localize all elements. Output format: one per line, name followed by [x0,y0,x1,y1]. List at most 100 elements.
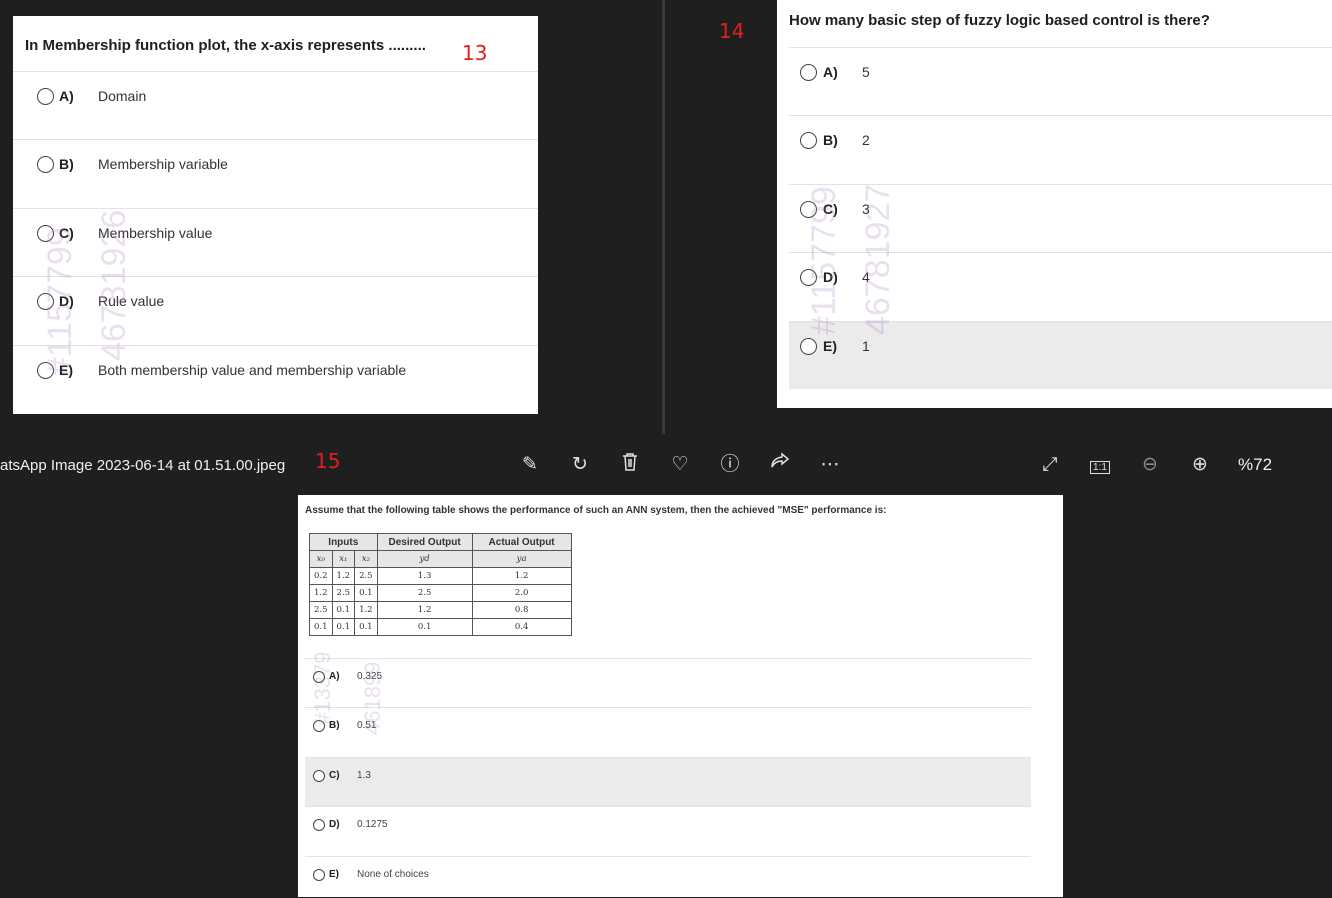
q14-option-a[interactable]: A) 5 [789,47,1332,116]
radio-button[interactable] [37,156,54,173]
q13-option-d[interactable]: D) Rule value [13,276,538,346]
table-cell: 2.5 [354,567,378,585]
q15-option-a[interactable]: A) 0.325 [305,658,1031,708]
watermark: 461899 [360,661,385,735]
q15-option-b[interactable]: B) 0.51 [305,707,1031,758]
rotate-icon[interactable]: ↻ [568,452,592,476]
radio-button[interactable] [800,64,817,81]
table-cell: 0.1 [376,618,473,636]
question-13-text: In Membership function plot, the x-axis … [25,37,426,54]
table-cell: 0.1 [354,618,378,636]
question-13-card: In Membership function plot, the x-axis … [13,16,538,414]
table-subheader: x₀ [309,550,333,568]
question-14-number: 14 [719,19,745,43]
table-subheader: yd [376,550,473,568]
table-cell: 0.1 [309,618,333,636]
option-letter: B) [59,156,74,172]
zoom-in-icon[interactable]: ⊕ [1188,452,1212,476]
table-cell: 2.5 [331,584,356,602]
option-text: 0.1275 [357,819,388,830]
option-letter: E) [823,338,837,354]
table-row: 2.5 0.1 1.2 1.2 0.8 [309,601,572,619]
radio-button[interactable] [313,869,325,881]
zoom-out-icon[interactable]: ⊖ [1138,452,1162,476]
radio-button[interactable] [37,88,54,105]
edit-icon[interactable]: ✎ [518,452,542,476]
q13-option-a[interactable]: A) Domain [13,71,538,140]
table-row: 1.2 2.5 0.1 2.5 2.0 [309,584,572,602]
q13-option-b[interactable]: B) Membership variable [13,139,538,209]
question-14-text: How many basic step of fuzzy logic based… [789,12,1210,29]
table-header: Inputs [309,533,378,551]
more-icon[interactable]: ⋯ [818,452,842,476]
watermark: #1157799 [805,186,843,335]
table-subheader: x₁ [331,550,356,568]
option-text: 1.3 [357,770,371,781]
table-cell: 0.4 [471,618,572,636]
table-cell: 2.0 [471,584,572,602]
q13-option-e[interactable]: E) Both membership value and membership … [13,345,538,415]
q15-option-e[interactable]: E) None of choices [305,856,1031,898]
info-icon[interactable]: ⓘ [718,452,742,476]
option-text: Domain [98,88,147,104]
question-15-number: 15 [315,449,341,473]
table-cell: 1.2 [354,601,378,619]
question-15-card: Assume that the following table shows th… [298,495,1063,897]
watermark: 46781927 [859,183,897,335]
watermark: #1157799 [41,227,79,376]
q13-option-c[interactable]: C) Membership value [13,208,538,277]
performance-table: Inputs Desired Output Actual Output x₀ x… [309,533,572,636]
table-header: Desired Output [376,533,473,551]
table-cell: 1.3 [376,567,473,585]
table-cell: 1.2 [331,567,356,585]
radio-button[interactable] [313,770,325,782]
radio-button[interactable] [800,338,817,355]
actual-size-icon[interactable]: 1:1 [1088,452,1112,476]
q14-option-b[interactable]: B) 2 [789,115,1332,185]
table-cell: 0.2 [309,567,333,585]
table-row: 0.1 0.1 0.1 0.1 0.4 [309,618,572,636]
option-text: Membership variable [98,156,228,172]
file-name: atsApp Image 2023-06-14 at 01.51.00.jpeg [0,457,286,474]
table-cell: 1.2 [471,567,572,585]
option-letter: B) [823,132,838,148]
fullscreen-icon[interactable]: ⤢ [1038,452,1062,476]
option-text: None of choices [357,869,429,880]
table-cell: 0.1 [331,601,356,619]
favorite-icon[interactable]: ♡ [668,452,692,476]
table-cell: 2.5 [376,584,473,602]
watermark: 46781926 [95,209,133,361]
table-subheader: ya [471,550,572,568]
share-icon[interactable] [768,452,792,476]
zoom-level: %72 [1238,455,1273,474]
option-letter: A) [823,64,838,80]
table-cell: 0.1 [354,584,378,602]
table-cell: 1.2 [376,601,473,619]
question-13-number: 13 [462,41,488,65]
table-cell: 0.8 [471,601,572,619]
table-row: 0.2 1.2 2.5 1.3 1.2 [309,567,572,585]
q15-option-d[interactable]: D) 0.1275 [305,806,1031,857]
option-text: 2 [862,132,870,148]
delete-icon[interactable] [618,452,642,476]
actual-size-label: 1:1 [1090,461,1110,474]
option-letter: C) [329,770,340,781]
radio-button[interactable] [800,132,817,149]
radio-button[interactable] [313,819,325,831]
option-text: 1 [862,338,870,354]
question-15-text: Assume that the following table shows th… [305,505,887,516]
option-letter: A) [59,88,74,104]
table-header: Actual Output [471,533,572,551]
watermark: #13379 [310,651,335,725]
table-subheader: x₂ [354,550,378,568]
option-letter: D) [329,819,340,830]
option-text: Both membership value and membership var… [98,362,407,378]
option-letter: E) [329,869,339,880]
table-cell: 1.2 [309,584,333,602]
table-cell: 2.5 [309,601,333,619]
question-14-card: How many basic step of fuzzy logic based… [777,0,1332,408]
image-divider [662,0,665,434]
q15-option-c[interactable]: C) 1.3 [305,757,1031,807]
table-cell: 0.1 [331,618,356,636]
option-text: 5 [862,64,870,80]
